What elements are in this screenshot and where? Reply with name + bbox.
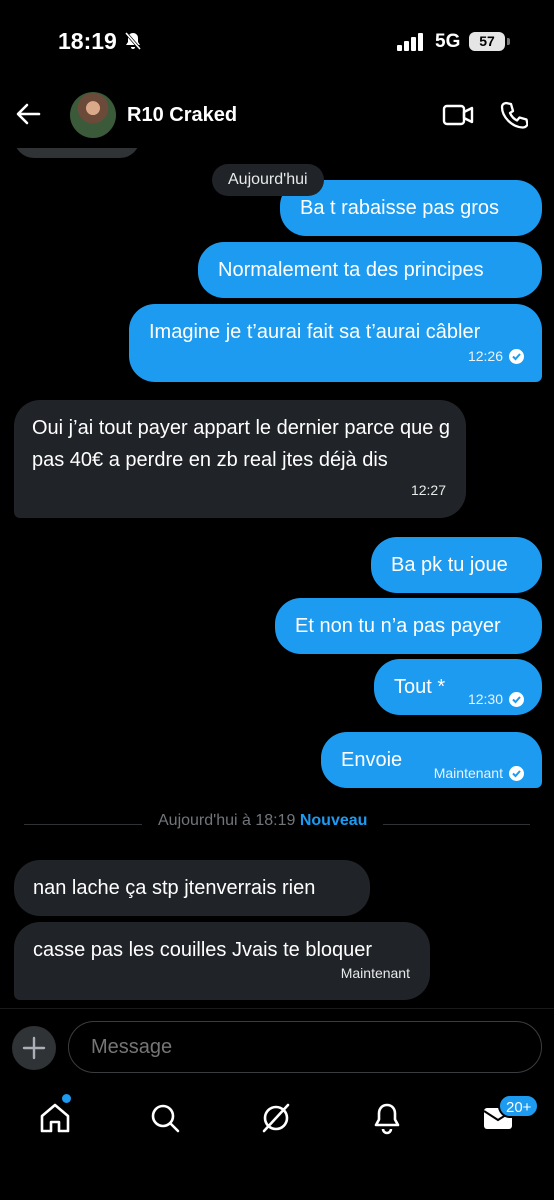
message-text: Normalement ta des principes [218, 259, 484, 281]
message-meta: Maintenant [341, 957, 410, 989]
message-meta: 12:27 [411, 474, 446, 506]
read-check-icon [509, 348, 524, 364]
message-time: 12:27 [410, 482, 446, 498]
messages-badge: 20+ [498, 1094, 540, 1118]
status-time: 18:19 [58, 28, 117, 54]
message-text: Imagine je t’aurai fait sa t’aurai câble… [149, 321, 481, 343]
video-call-icon[interactable] [442, 102, 474, 133]
bell-slash-icon [123, 31, 143, 56]
incoming-message[interactable]: nan lache ça stp jtenverrais rien [14, 860, 370, 916]
notifications-bell-icon[interactable] [369, 1100, 409, 1140]
message-time: 12:26 [467, 348, 503, 364]
message-text: Et non tu n’a pas payer [295, 615, 501, 637]
battery-icon: 57 [469, 32, 505, 51]
network-type: 5G [435, 31, 461, 52]
incoming-message[interactable]: casse pas les couilles Jvais te bloquer … [14, 922, 430, 1000]
bottom-navigation: 20+ [0, 1086, 554, 1200]
message-text: nan lache ça stp jtenverrais rien [33, 877, 316, 899]
message-meta: Maintenant [434, 757, 524, 789]
message-text: Tout * [394, 676, 446, 698]
signal-icon [397, 33, 427, 56]
add-attachment-button[interactable] [12, 1026, 56, 1070]
message-text: Ba pk tu joue [391, 554, 508, 576]
status-bar: 18:19 5G 57 [0, 0, 554, 80]
search-icon[interactable] [147, 1100, 187, 1140]
read-check-icon [509, 765, 524, 781]
back-arrow-icon[interactable] [15, 102, 41, 131]
outgoing-message[interactable]: Normalement ta des principes [198, 242, 542, 298]
divider-timestamp: Aujourd'hui à 18:19 [158, 812, 296, 829]
outgoing-message[interactable]: Envoie Maintenant [321, 732, 542, 788]
outgoing-message[interactable]: Ba pk tu joue [371, 537, 542, 593]
date-separator: Aujourd'hui [212, 164, 324, 196]
message-meta: 12:26 [468, 340, 524, 372]
new-label: Nouveau [299, 812, 368, 829]
grok-icon[interactable] [258, 1100, 298, 1140]
home-icon[interactable] [37, 1100, 77, 1140]
message-text: Oui j’ai tout payer appart le dernier pa… [32, 417, 451, 471]
message-time: Maintenant [433, 765, 503, 781]
plus-icon [22, 1036, 46, 1060]
message-text: Envoie [341, 749, 403, 771]
message-time: 12:30 [467, 691, 503, 707]
outgoing-message[interactable]: Et non tu n’a pas payer [275, 598, 542, 654]
phone-call-icon[interactable] [500, 100, 529, 135]
message-time: Maintenant [340, 965, 410, 981]
conversation-header: R10 Craked [0, 80, 554, 148]
message-text: Ba t rabaisse pas gros [300, 197, 499, 219]
message-meta: 12:30 [468, 683, 524, 715]
message-composer [0, 1008, 554, 1086]
message-input[interactable] [68, 1021, 542, 1073]
incoming-message[interactable]: Oui j’ai tout payer appart le dernier pa… [14, 400, 466, 518]
home-notification-dot [62, 1094, 71, 1103]
new-messages-divider: Aujourd'hui à 18:19 Nouveau [142, 812, 384, 830]
outgoing-message[interactable]: Imagine je t’aurai fait sa t’aurai câble… [129, 304, 542, 382]
read-check-icon [509, 691, 524, 707]
battery-tip [507, 38, 510, 45]
outgoing-message[interactable]: Tout * 12:30 [374, 659, 542, 715]
contact-name[interactable]: R10 Craked [127, 104, 237, 127]
avatar[interactable] [70, 92, 116, 138]
